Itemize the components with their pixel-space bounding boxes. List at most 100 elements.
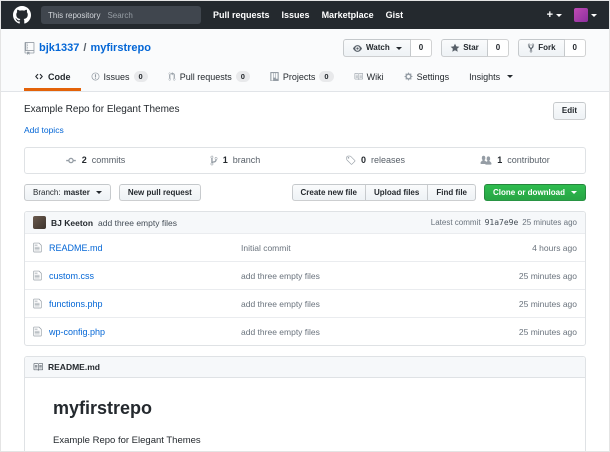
repo-name-link[interactable]: myfirstrepo — [90, 42, 151, 54]
find-file-button[interactable]: Find file — [427, 184, 476, 202]
tab-issues[interactable]: Issues 0 — [81, 66, 158, 91]
readme-content: myfirstrepo Example Repo for Elegant The… — [25, 378, 585, 452]
search-scope-label: This repository — [48, 11, 100, 20]
tab-pull-requests[interactable]: Pull requests 0 — [158, 66, 260, 91]
file-commit-message-link[interactable]: add three empty files — [241, 327, 519, 337]
tab-insights[interactable]: Insights — [459, 66, 523, 91]
clone-or-download-button[interactable]: Clone or download — [484, 184, 586, 202]
tab-wiki[interactable]: Wiki — [344, 66, 394, 91]
file-commit-message-link[interactable]: Initial commit — [241, 243, 532, 253]
tag-icon — [345, 155, 356, 166]
person-icon — [480, 155, 492, 166]
pulls-count-badge: 0 — [236, 71, 250, 82]
branch-icon — [210, 155, 218, 166]
repo-description: Example Repo for Elegant Themes — [24, 102, 179, 115]
table-row: custom.css add three empty files 25 minu… — [25, 261, 585, 289]
repo-icon — [24, 42, 35, 55]
readme-title: myfirstrepo — [53, 398, 557, 419]
issues-count-badge: 0 — [134, 71, 148, 82]
file-commit-time: 25 minutes ago — [519, 299, 577, 309]
repo-social-actions: Watch 0 Star 0 Fork — [343, 39, 586, 57]
nav-pull-requests[interactable]: Pull requests — [213, 10, 270, 20]
project-icon — [270, 72, 279, 81]
commit-sha-link[interactable]: 91a7e9e — [485, 218, 519, 227]
latest-commit-bar: BJ Keeton add three empty files Latest c… — [25, 212, 585, 233]
fork-icon — [527, 43, 535, 53]
file-link[interactable]: README.md — [49, 243, 241, 253]
table-row: README.md Initial commit 4 hours ago — [25, 233, 585, 261]
repo-owner-link[interactable]: bjk1337 — [39, 42, 79, 54]
pull-request-icon — [168, 72, 176, 81]
star-icon — [450, 43, 460, 53]
branch-selector-button[interactable]: Branch: master — [24, 184, 111, 202]
book-icon — [33, 362, 43, 372]
file-link[interactable]: custom.css — [49, 271, 241, 281]
github-logo-icon[interactable] — [13, 6, 31, 24]
commit-author-avatar[interactable] — [33, 216, 46, 229]
book-icon — [354, 72, 363, 81]
chevron-down-icon — [556, 14, 562, 17]
latest-commit-label: Latest commit — [431, 218, 481, 227]
edit-description-button[interactable]: Edit — [553, 102, 586, 120]
contributors-summary-link[interactable]: 1contributor — [445, 148, 585, 173]
github-repo-page: This repository Search Pull requests Iss… — [0, 0, 610, 452]
chevron-down-icon — [591, 14, 597, 17]
nav-marketplace[interactable]: Marketplace — [322, 10, 374, 20]
code-icon — [34, 72, 44, 81]
create-new-file-button[interactable]: Create new file — [292, 184, 366, 202]
commit-message-link[interactable]: add three empty files — [98, 218, 177, 228]
repo-title: bjk1337 / myfirstrepo — [24, 42, 151, 55]
repo-main-content: Example Repo for Elegant Themes Edit Add… — [24, 92, 586, 452]
file-commit-message-link[interactable]: add three empty files — [241, 271, 519, 281]
new-pull-request-button[interactable]: New pull request — [119, 184, 201, 202]
nav-gist[interactable]: Gist — [386, 10, 404, 20]
file-icon — [33, 298, 42, 309]
branches-summary-link[interactable]: 1branch — [165, 148, 305, 173]
star-button[interactable]: Star — [441, 39, 488, 57]
file-commit-time: 25 minutes ago — [519, 271, 577, 281]
nav-issues[interactable]: Issues — [282, 10, 310, 20]
chevron-down-icon — [507, 75, 513, 78]
readme-section: README.md myfirstrepo Example Repo for E… — [24, 356, 586, 452]
fork-button[interactable]: Fork — [518, 39, 564, 57]
chevron-down-icon — [96, 191, 102, 194]
star-count[interactable]: 0 — [488, 39, 509, 57]
file-commit-time: 25 minutes ago — [519, 327, 577, 337]
search-placeholder: Search — [107, 11, 132, 20]
file-navigation-bar: Branch: master New pull request Create n… — [24, 184, 586, 202]
watch-button[interactable]: Watch — [343, 39, 411, 57]
add-topics-link[interactable]: Add topics — [24, 125, 64, 135]
fork-count[interactable]: 0 — [565, 39, 586, 57]
table-row: functions.php add three empty files 25 m… — [25, 289, 585, 317]
plus-icon: + — [547, 9, 553, 21]
tab-code[interactable]: Code — [24, 66, 81, 91]
user-menu[interactable] — [574, 8, 597, 22]
commit-time: 25 minutes ago — [522, 218, 577, 227]
file-link[interactable]: wp-config.php — [49, 327, 241, 337]
file-commit-message-link[interactable]: add three empty files — [241, 299, 519, 309]
create-new-menu[interactable]: + — [547, 9, 562, 21]
repo-title-separator: / — [83, 42, 86, 54]
avatar — [574, 8, 588, 22]
file-icon — [33, 270, 42, 281]
chevron-down-icon — [571, 191, 577, 194]
file-action-button-group: Create new file Upload files Find file — [292, 184, 476, 202]
search-input[interactable]: This repository Search — [41, 6, 201, 24]
upload-files-button[interactable]: Upload files — [365, 184, 428, 202]
readme-filename: README.md — [48, 362, 100, 372]
tab-projects[interactable]: Projects 0 — [260, 66, 344, 91]
repo-header: bjk1337 / myfirstrepo Watch 0 — [1, 29, 609, 92]
tab-settings[interactable]: Settings — [394, 66, 460, 91]
releases-summary-link[interactable]: 0releases — [305, 148, 445, 173]
file-icon — [33, 326, 42, 337]
commits-summary-link[interactable]: 2commits — [25, 148, 165, 173]
repo-tabs: Code Issues 0 Pull requests 0 Projects 0 — [24, 66, 586, 91]
file-browser: BJ Keeton add three empty files Latest c… — [24, 211, 586, 346]
projects-count-badge: 0 — [319, 71, 333, 82]
commit-icon — [65, 155, 77, 166]
watch-count[interactable]: 0 — [411, 39, 432, 57]
readme-header: README.md — [25, 357, 585, 378]
file-link[interactable]: functions.php — [49, 299, 241, 309]
commit-author-link[interactable]: BJ Keeton — [51, 218, 93, 228]
chevron-down-icon — [396, 47, 402, 50]
